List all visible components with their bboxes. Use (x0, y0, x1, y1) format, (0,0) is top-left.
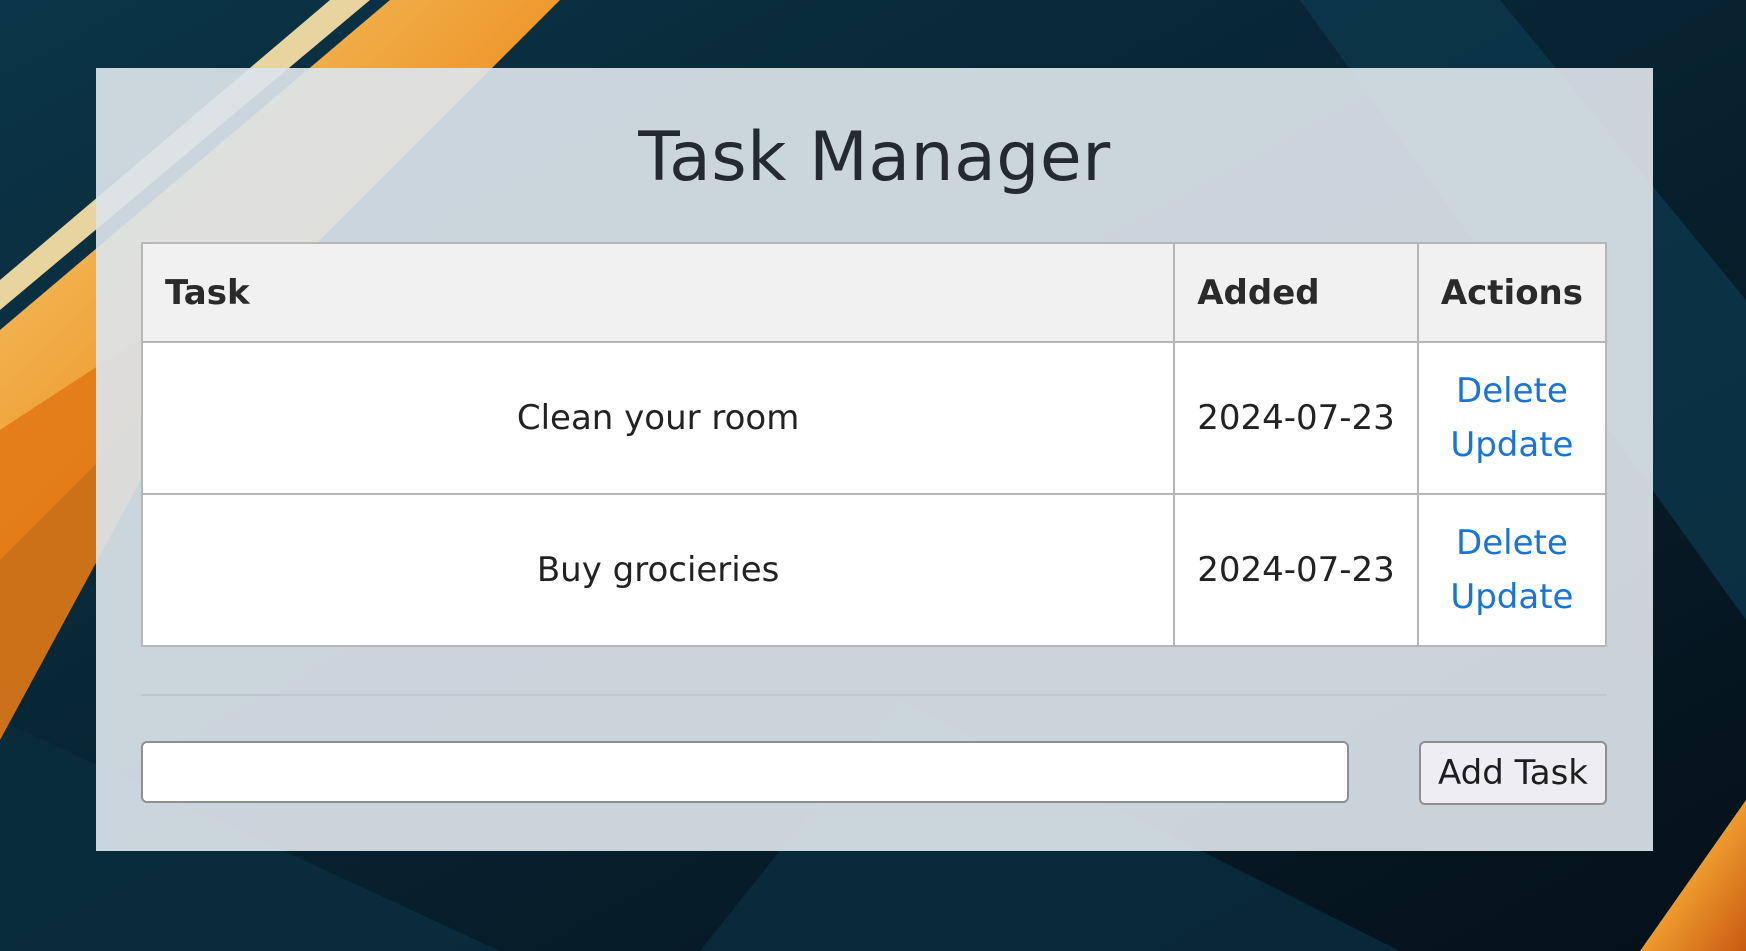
add-task-button[interactable]: Add Task (1419, 741, 1607, 805)
task-name: Clean your room (140, 341, 1176, 495)
task-manager-card: Task Manager Task Added Actions Clean yo… (96, 68, 1653, 851)
task-added-date: 2024-07-23 (1173, 341, 1419, 495)
task-actions: Delete Update (1416, 341, 1608, 495)
table-header-row: Task Added Actions (140, 242, 1608, 343)
page-title: Task Manager (638, 118, 1111, 197)
column-header-task: Task (140, 242, 1176, 343)
delete-link[interactable]: Delete (1441, 364, 1583, 418)
divider (141, 694, 1607, 696)
update-link[interactable]: Update (1441, 570, 1583, 624)
table-row: Clean your room 2024-07-23 Delete Update (140, 341, 1608, 495)
task-table: Task Added Actions Clean your room 2024-… (140, 242, 1608, 647)
table-row: Buy grocieries 2024-07-23 Delete Update (140, 493, 1608, 647)
delete-link[interactable]: Delete (1441, 516, 1583, 570)
new-task-input[interactable] (141, 741, 1349, 803)
column-header-actions: Actions (1416, 242, 1608, 343)
task-added-date: 2024-07-23 (1173, 493, 1419, 647)
task-actions: Delete Update (1416, 493, 1608, 647)
update-link[interactable]: Update (1441, 418, 1583, 472)
task-name: Buy grocieries (140, 493, 1176, 647)
column-header-added: Added (1173, 242, 1419, 343)
